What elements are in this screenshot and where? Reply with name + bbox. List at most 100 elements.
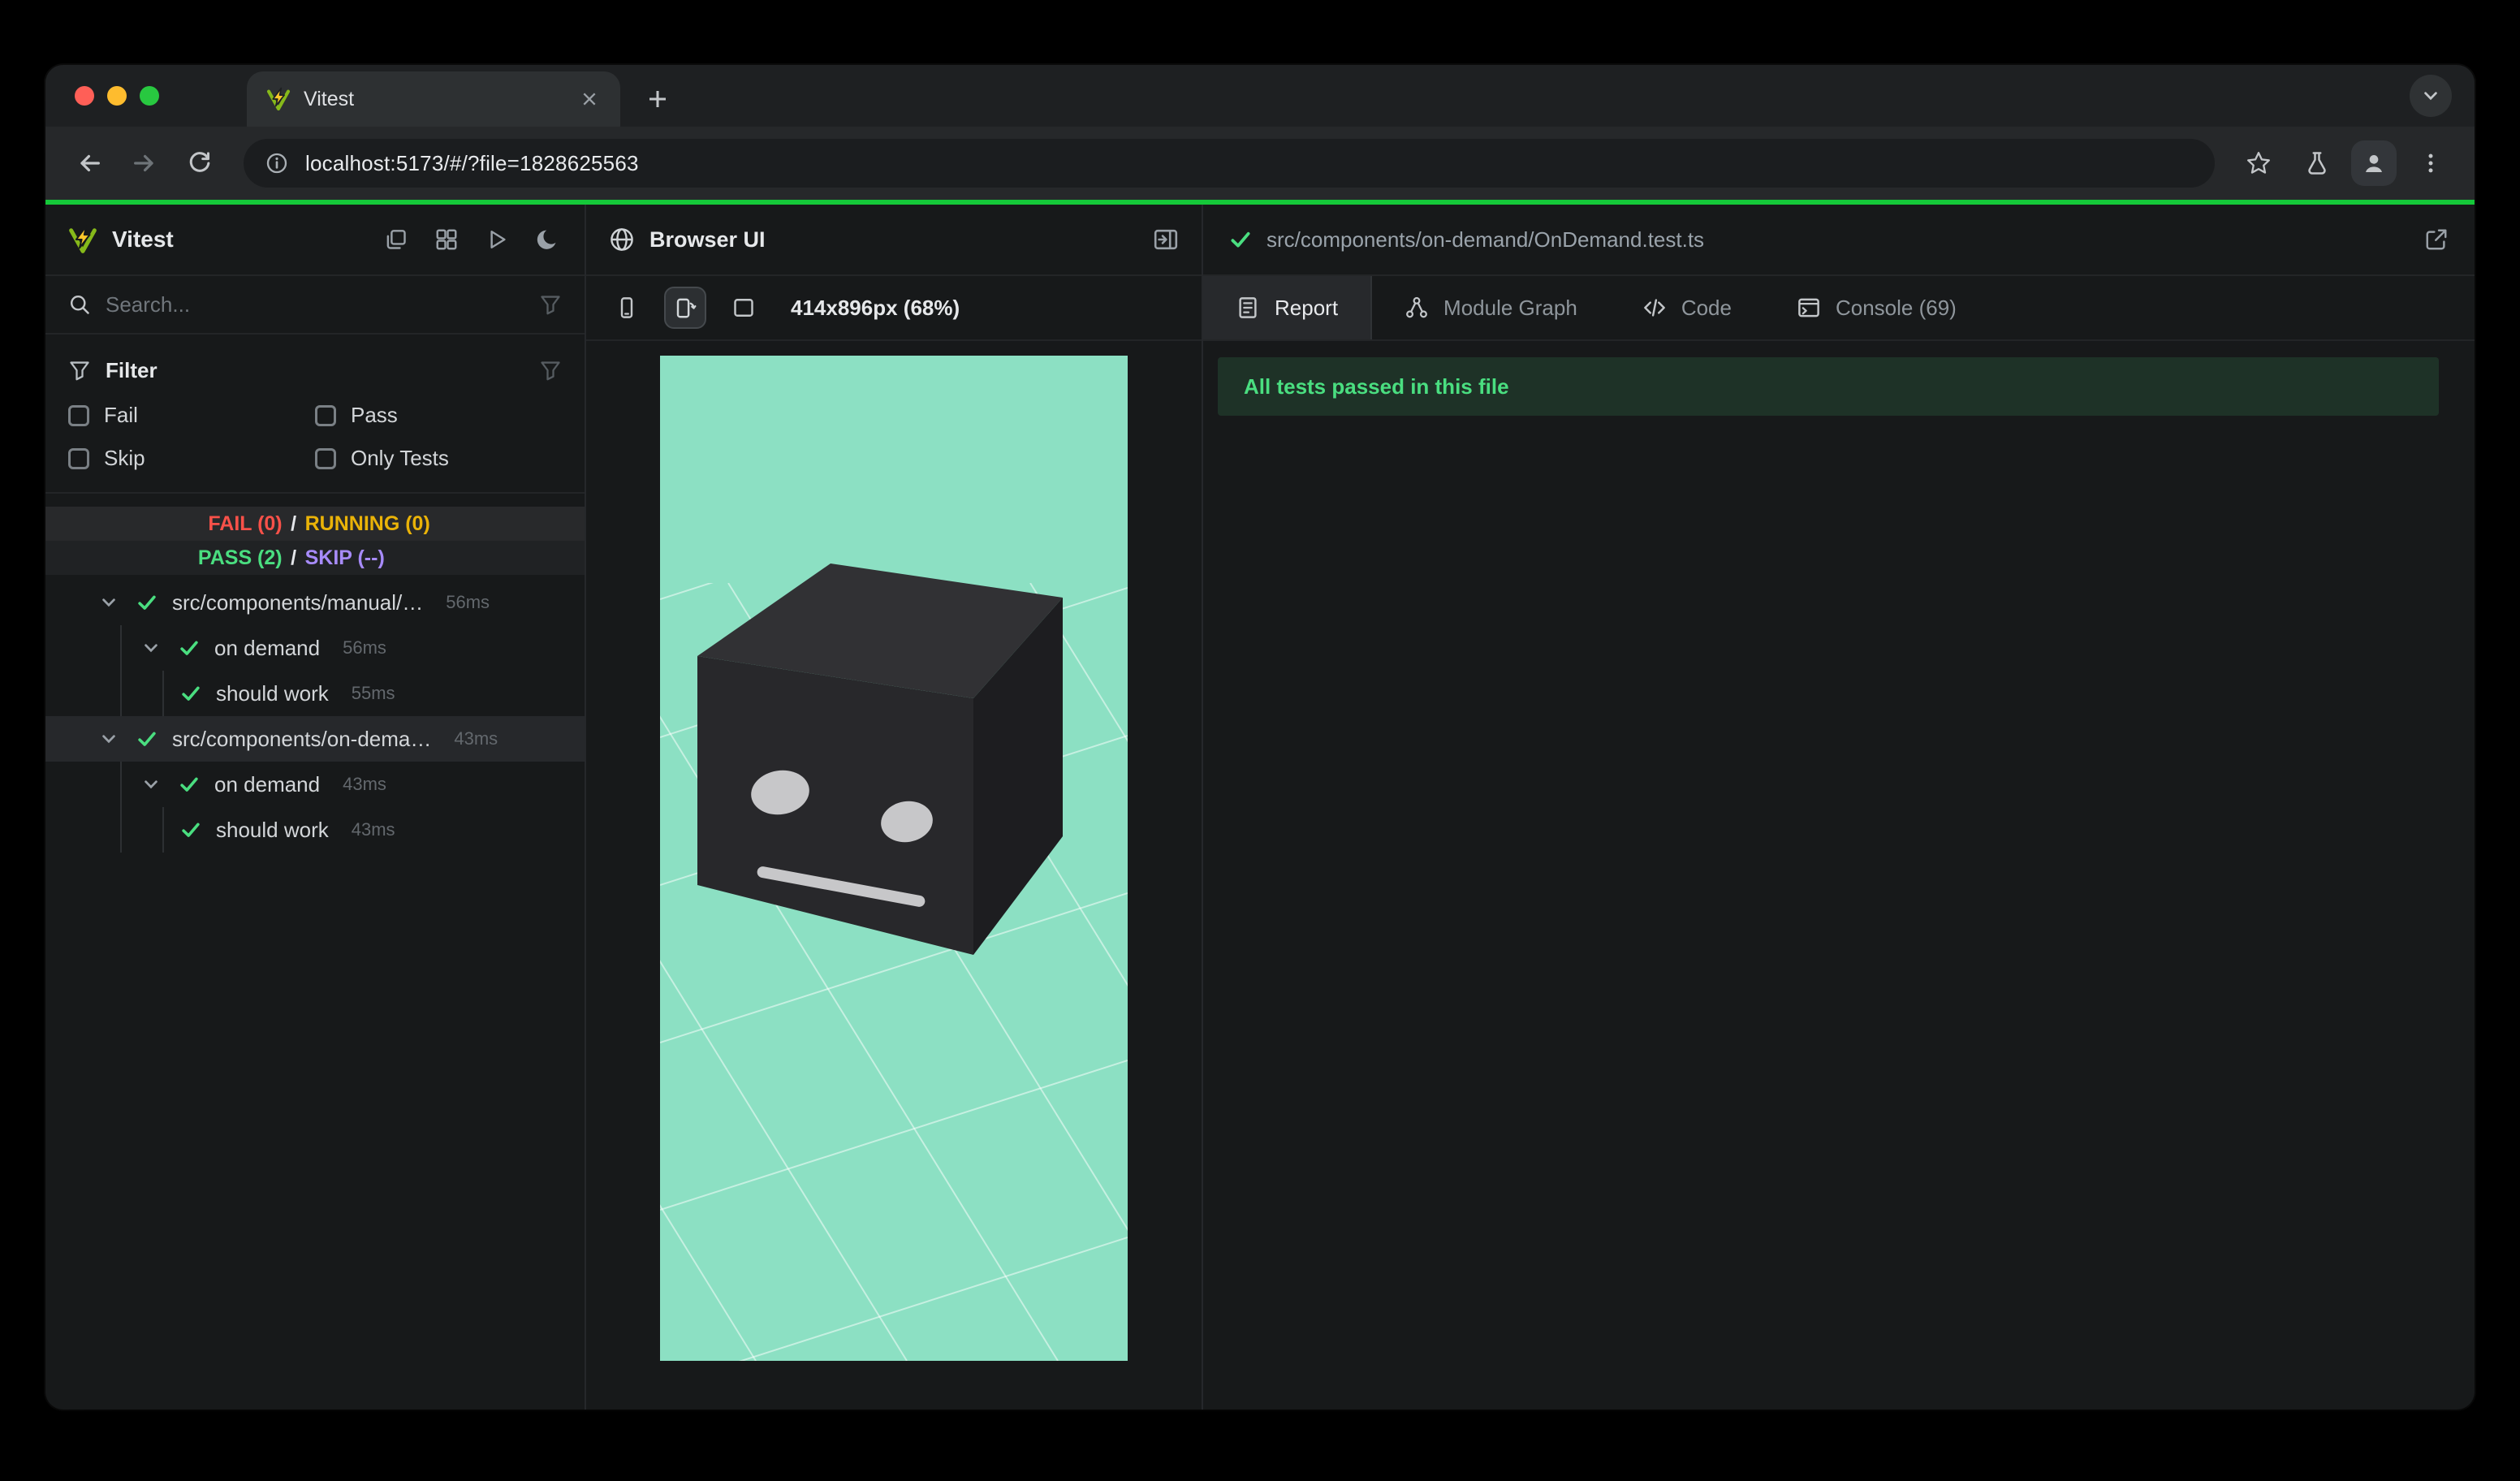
filter-option-label: Fail	[104, 403, 138, 427]
browser-ui-header: Browser UI	[586, 205, 1202, 276]
tab-close-icon[interactable]	[575, 84, 604, 114]
test-duration: 56ms	[446, 592, 490, 612]
robot-cube	[697, 563, 1063, 955]
tab-label: Report	[1275, 295, 1339, 320]
tree-suite-row[interactable]: on demand 56ms	[45, 625, 585, 671]
traffic-lights	[75, 86, 159, 106]
pass-check-icon	[135, 592, 159, 613]
chevron-down-icon[interactable]	[94, 730, 123, 748]
filter-option-label: Pass	[351, 403, 398, 427]
test-duration: 43ms	[454, 728, 498, 749]
search-icon	[68, 293, 91, 316]
phone-rotate-icon[interactable]	[664, 287, 706, 329]
test-duration: 55ms	[351, 683, 395, 703]
browser-ui-panel: Browser UI 414x896px (68%)	[586, 205, 1203, 1410]
browser-window: Vitest localhost:5173/#/?file=1828625563…	[45, 65, 2475, 1410]
back-icon[interactable]	[65, 139, 114, 188]
zoom-window-button[interactable]	[140, 86, 159, 106]
window-restore-icon[interactable]	[382, 225, 411, 254]
test-name: should work	[216, 817, 329, 842]
filter-option-fail[interactable]: Fail	[68, 403, 315, 428]
fail-count: FAIL (0)	[208, 512, 283, 535]
checkbox[interactable]	[68, 447, 89, 469]
app-title: Vitest	[112, 227, 174, 252]
search-input[interactable]	[106, 291, 524, 317]
browser-tab-vitest[interactable]: Vitest	[247, 71, 620, 127]
checkbox[interactable]	[315, 404, 336, 426]
reload-icon[interactable]	[175, 139, 224, 188]
app-preview-viewport[interactable]	[660, 356, 1128, 1361]
minimize-window-button[interactable]	[107, 86, 127, 106]
report-header: src/components/on-demand/OnDemand.test.t…	[1203, 205, 2475, 276]
tab-strip: Vitest	[45, 65, 2475, 127]
tab-label: Module Graph	[1443, 295, 1577, 320]
tab-module-graph[interactable]: Module Graph	[1372, 276, 1610, 339]
browser-toolbar: localhost:5173/#/?file=1828625563	[45, 127, 2475, 200]
chevron-down-icon[interactable]	[136, 639, 166, 657]
report-tabs: Report Module Graph Code Console (69)	[1203, 276, 2475, 341]
tablet-icon[interactable]	[723, 287, 765, 329]
filter-title: Filter	[106, 357, 158, 382]
checkbox[interactable]	[315, 447, 336, 469]
pass-check-icon	[179, 819, 203, 840]
filter-option-skip[interactable]: Skip	[68, 446, 315, 471]
viewport-size-label: 414x896px (68%)	[791, 295, 960, 320]
pass-check-icon	[179, 683, 203, 704]
device-toolbar: 414x896px (68%)	[586, 276, 1202, 341]
chevron-down-icon[interactable]	[136, 775, 166, 793]
tree-file-row[interactable]: src/components/manual/… 56ms	[45, 580, 585, 625]
pass-check-icon	[177, 637, 201, 658]
file-pass-check-icon	[1229, 228, 1252, 251]
filter-panel: Filter Fail Pass Skip Only Tests	[45, 335, 585, 494]
test-explorer-sidebar: Vitest Search... Filter Fail Pass Skip O…	[45, 205, 586, 1410]
profile-avatar-icon[interactable]	[2351, 140, 2397, 186]
filter-option-label: Skip	[104, 446, 145, 470]
module-graph-icon	[1405, 296, 1429, 320]
dashboard-icon[interactable]	[432, 225, 461, 254]
test-tree: src/components/manual/… 56ms on demand 5…	[45, 580, 585, 853]
tree-file-row[interactable]: src/components/on-dema… 43ms	[45, 716, 585, 762]
all-tests-passed-banner: All tests passed in this file	[1218, 357, 2439, 416]
phone-portrait-icon[interactable]	[606, 287, 648, 329]
tab-search-chevron-button[interactable]	[2410, 75, 2452, 117]
filter-option-only-tests[interactable]: Only Tests	[315, 446, 562, 471]
search-filter-funnel-icon[interactable]	[539, 293, 562, 316]
experiments-flask-icon[interactable]	[2293, 139, 2341, 188]
globe-icon	[609, 227, 635, 253]
run-all-icon[interactable]	[482, 225, 511, 254]
tree-test-row[interactable]: should work 43ms	[45, 807, 585, 853]
toolbar-actions	[2234, 139, 2455, 188]
status-separator: /	[291, 512, 297, 535]
cube-scene	[660, 356, 1128, 1361]
checkbox[interactable]	[68, 404, 89, 426]
site-info-icon[interactable]	[265, 151, 289, 175]
test-duration: 43ms	[343, 774, 386, 794]
filter-option-pass[interactable]: Pass	[315, 403, 562, 428]
clear-filter-icon[interactable]	[539, 359, 562, 382]
url-bar[interactable]: localhost:5173/#/?file=1828625563	[244, 139, 2215, 188]
pass-check-icon	[135, 728, 159, 749]
tab-report[interactable]: Report	[1203, 276, 1373, 339]
vitest-logo-icon	[68, 225, 97, 254]
close-window-button[interactable]	[75, 86, 94, 106]
tree-test-row[interactable]: should work 55ms	[45, 671, 585, 716]
report-panel: src/components/on-demand/OnDemand.test.t…	[1203, 205, 2475, 1410]
dark-mode-moon-icon[interactable]	[533, 225, 562, 254]
chevron-down-icon[interactable]	[94, 594, 123, 611]
skip-count: SKIP (--)	[304, 546, 385, 569]
test-file-name: src/components/on-dema…	[172, 726, 432, 751]
test-suite-name: on demand	[214, 635, 321, 660]
tab-label: Console (69)	[1835, 295, 1957, 320]
external-link-icon[interactable]	[2424, 227, 2449, 252]
new-tab-button[interactable]	[636, 78, 679, 120]
bookmark-star-icon[interactable]	[2234, 139, 2283, 188]
browser-menu-kebab-icon[interactable]	[2406, 139, 2455, 188]
open-panel-right-icon[interactable]	[1153, 227, 1179, 253]
code-icon	[1642, 296, 1667, 320]
tab-console[interactable]: Console (69)	[1764, 276, 1989, 339]
tree-suite-row[interactable]: on demand 43ms	[45, 762, 585, 807]
tab-code[interactable]: Code	[1610, 276, 1764, 339]
search-bar	[45, 276, 585, 335]
test-duration: 43ms	[351, 819, 395, 840]
forward-icon[interactable]	[120, 139, 169, 188]
